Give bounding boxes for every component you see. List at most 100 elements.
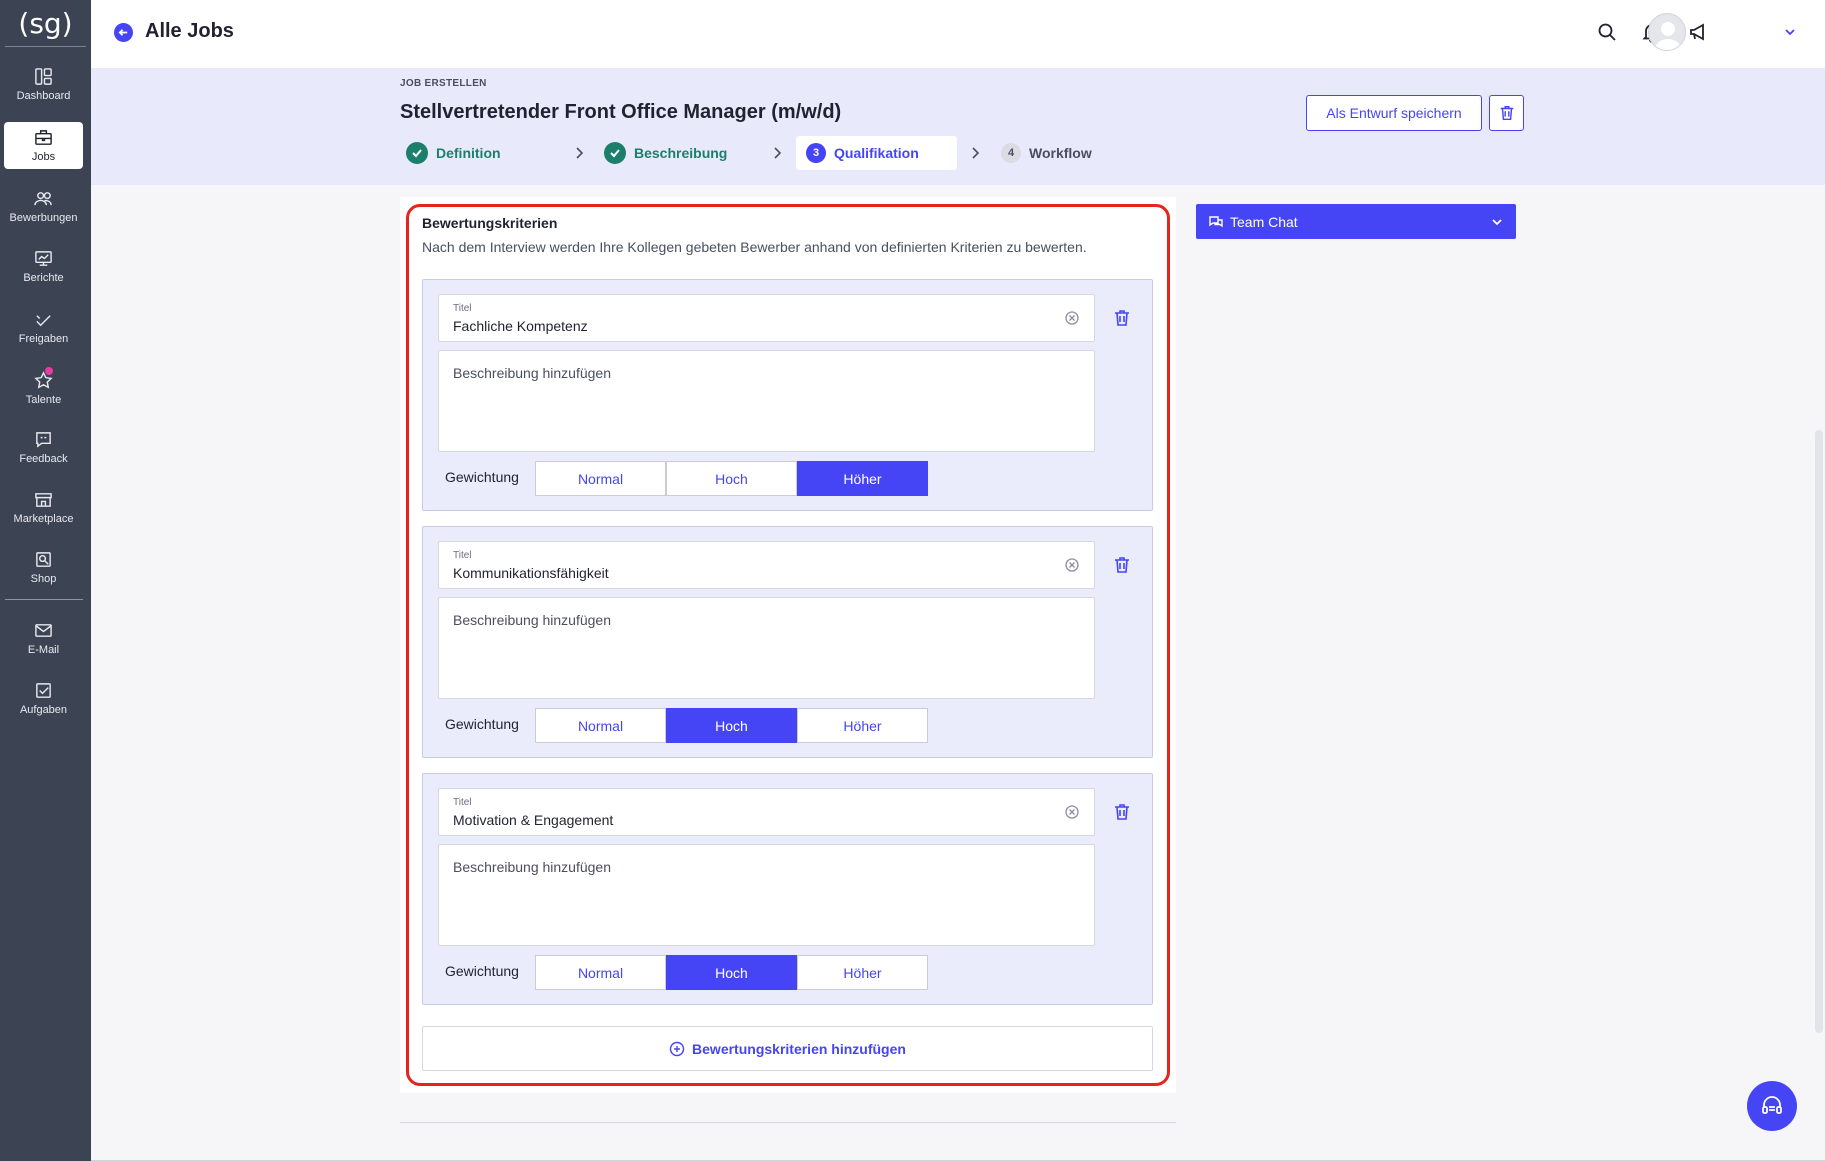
users-icon [34, 192, 52, 206]
clear-icon[interactable] [1064, 804, 1080, 820]
sidebar-item-talente[interactable]: Talente [4, 365, 83, 412]
chevron-down-icon [1492, 219, 1502, 226]
add-criteria-button[interactable]: Bewertungskriterien hinzufügen [422, 1026, 1153, 1071]
criterion-title-field[interactable]: Titel Motivation & Engagement [438, 788, 1095, 836]
support-chat-button[interactable] [1747, 1081, 1797, 1131]
criterion-description-textarea[interactable]: Beschreibung hinzufügen [438, 350, 1095, 452]
weight-option-normal[interactable]: Normal [535, 955, 666, 990]
criterion-title-field[interactable]: Titel Kommunikationsfähigkeit [438, 541, 1095, 589]
save-draft-button[interactable]: Als Entwurf speichern [1306, 95, 1482, 131]
team-chat-label: Team Chat [1230, 213, 1298, 230]
step-label: Qualifikation [834, 145, 919, 161]
sidebar-item-label: Jobs [31, 151, 56, 163]
criterion-item: Titel Fachliche Kompetenz Beschreibung h… [422, 279, 1153, 511]
criterion-item: Titel Kommunikationsfähigkeit Beschreibu… [422, 526, 1153, 758]
delete-job-button[interactable] [1489, 95, 1524, 131]
job-title: Stellvertretender Front Office Manager (… [400, 101, 842, 123]
sidebar-item-shop[interactable]: Shop [4, 544, 83, 591]
field-label: Titel [453, 550, 472, 561]
briefcase-icon [35, 130, 52, 145]
chevron-right-icon [774, 147, 782, 159]
step-label: Workflow [1029, 145, 1092, 161]
sidebar-item-label: Talente [25, 394, 62, 406]
talente-notification-dot [45, 367, 53, 375]
topbar: Alle Jobs [91, 0, 1825, 68]
avatar[interactable] [1648, 13, 1686, 51]
step-number: 4 [1001, 143, 1021, 163]
step-label: Definition [436, 145, 501, 161]
tasks-icon [36, 683, 51, 698]
approval-icon [36, 315, 51, 327]
headset-icon [1762, 1096, 1782, 1114]
weight-option-normal[interactable]: Normal [535, 461, 666, 496]
criterion-title-field[interactable]: Titel Fachliche Kompetenz [438, 294, 1095, 342]
add-criteria-label: Bewertungskriterien hinzufügen [692, 1040, 906, 1057]
sidebar-item-aufgaben[interactable]: Aufgaben [4, 675, 83, 722]
sidebar-item-marketplace[interactable]: Marketplace [4, 484, 83, 531]
trash-icon[interactable] [1112, 802, 1132, 822]
step-definition[interactable]: Definition [406, 136, 501, 170]
sidebar-item-berichte[interactable]: Berichte [4, 243, 83, 290]
page-title: Alle Jobs [145, 20, 234, 42]
weight-option-hoeher[interactable]: Höher [797, 461, 928, 496]
weight-option-hoch[interactable]: Hoch [666, 708, 797, 743]
step-qualifikation[interactable]: 3 Qualifikation [796, 136, 957, 170]
weight-option-hoch[interactable]: Hoch [666, 955, 797, 990]
chart-icon [35, 251, 52, 266]
chevron-right-icon [576, 147, 584, 159]
plus-circle-icon [669, 1041, 685, 1056]
field-label: Titel [453, 303, 472, 314]
criterion-title-value[interactable]: Fachliche Kompetenz [453, 318, 588, 334]
divider [400, 1122, 1176, 1123]
weight-label: Gewichtung [445, 963, 519, 979]
team-chat-dropdown[interactable]: Team Chat [1196, 204, 1516, 239]
criterion-title-value[interactable]: Kommunikationsfähigkeit [453, 565, 609, 581]
weight-option-normal[interactable]: Normal [535, 708, 666, 743]
step-label: Beschreibung [634, 145, 728, 161]
shop-icon [36, 552, 51, 567]
weight-label: Gewichtung [445, 469, 519, 485]
criterion-item: Titel Motivation & Engagement Beschreibu… [422, 773, 1153, 1005]
weight-label: Gewichtung [445, 716, 519, 732]
chat-icon [1209, 215, 1223, 227]
check-circle-icon [406, 142, 428, 164]
trash-icon [1500, 105, 1513, 121]
chevron-down-icon[interactable] [1783, 25, 1797, 39]
back-button[interactable] [114, 23, 133, 42]
megaphone-icon[interactable] [1688, 21, 1710, 43]
sidebar-item-label: E-Mail [27, 644, 60, 656]
trash-icon[interactable] [1112, 555, 1132, 575]
sidebar-item-label: Berichte [23, 272, 64, 284]
clear-icon[interactable] [1064, 557, 1080, 573]
criterion-description-textarea[interactable]: Beschreibung hinzufügen [438, 597, 1095, 699]
criteria-section-description: Nach dem Interview werden Ihre Kollegen … [422, 239, 1087, 255]
page-overline: JOB ERSTELLEN [400, 78, 487, 89]
field-label: Titel [453, 797, 472, 808]
sidebar-item-freigaben[interactable]: Freigaben [4, 304, 83, 351]
scrollbar[interactable] [1815, 430, 1823, 1033]
chevron-right-icon [972, 147, 980, 159]
weight-option-hoch[interactable]: Hoch [666, 461, 797, 496]
sidebar-item-label: Bewerbungen [9, 212, 78, 224]
clear-icon[interactable] [1064, 310, 1080, 326]
brand-logo[interactable]: (sg) [5, 0, 86, 47]
job-header [91, 68, 1825, 185]
sidebar-item-dashboard[interactable]: Dashboard [4, 61, 83, 108]
trash-icon[interactable] [1112, 308, 1132, 328]
sidebar-item-email[interactable]: E-Mail [4, 615, 83, 662]
sidebar-item-label: Aufgaben [19, 704, 68, 716]
sidebar-item-label: Freigaben [18, 333, 69, 345]
weight-option-hoeher[interactable]: Höher [797, 955, 928, 990]
sidebar-item-feedback[interactable]: Feedback [4, 424, 83, 471]
sidebar-item-bewerbungen[interactable]: Bewerbungen [4, 183, 83, 230]
weight-option-hoeher[interactable]: Höher [797, 708, 928, 743]
sidebar-item-jobs[interactable]: Jobs [4, 122, 83, 169]
criterion-description-textarea[interactable]: Beschreibung hinzufügen [438, 844, 1095, 946]
step-workflow[interactable]: 4 Workflow [1001, 136, 1092, 170]
criterion-title-value[interactable]: Motivation & Engagement [453, 812, 613, 828]
search-icon[interactable] [1596, 21, 1618, 43]
mail-icon [35, 624, 52, 637]
dashboard-icon [35, 68, 52, 85]
step-beschreibung[interactable]: Beschreibung [604, 136, 727, 170]
sidebar-item-label: Feedback [19, 453, 68, 465]
